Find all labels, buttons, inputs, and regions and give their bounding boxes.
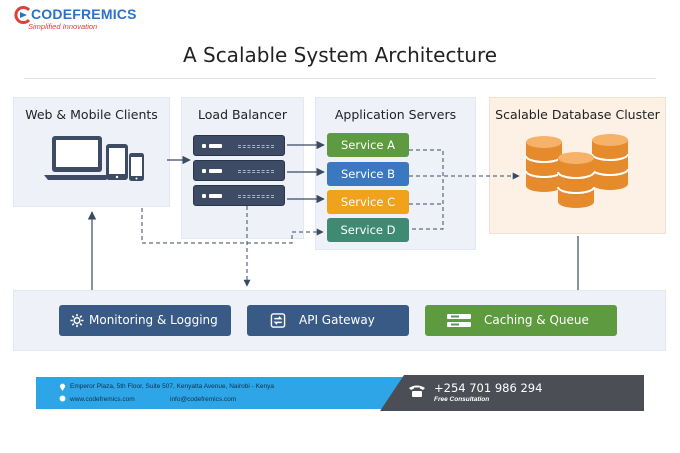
gear-icon [70, 313, 84, 328]
footer-consultation: Free Consultation [434, 396, 490, 403]
location-pin-icon [59, 383, 66, 391]
queue-icon [447, 314, 471, 327]
gateway-icon [270, 313, 286, 328]
monitoring-logging-button[interactable]: Monitoring & Logging [59, 305, 231, 336]
footer-website[interactable]: www.codefremics.com [70, 396, 135, 403]
phone-icon [409, 385, 425, 397]
footer-contact-bar [36, 377, 426, 409]
api-gateway-button[interactable]: API Gateway [247, 305, 409, 336]
footer-email[interactable]: info@codefremics.com [170, 396, 236, 403]
globe-icon [59, 395, 66, 402]
monitoring-logging-label: Monitoring & Logging [89, 313, 218, 327]
caching-queue-label: Caching & Queue [484, 313, 589, 327]
footer-address: Emperor Plaza, 5th Floor, Suite 507, Ken… [70, 383, 275, 390]
api-gateway-label: API Gateway [299, 313, 375, 327]
footer-phone[interactable]: +254 701 986 294 [434, 381, 542, 395]
caching-queue-button[interactable]: Caching & Queue [425, 305, 617, 336]
